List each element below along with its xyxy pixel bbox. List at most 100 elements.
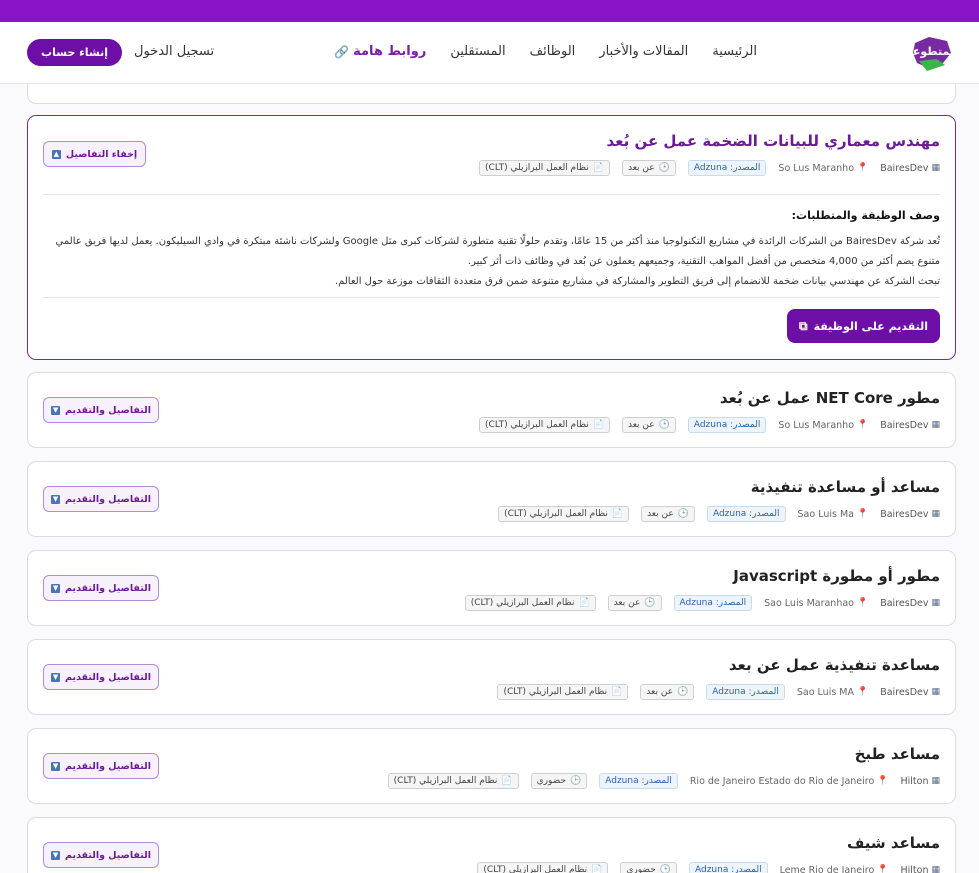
clock-icon: 🕒 [658, 419, 670, 430]
company-name: BairesDev [880, 508, 929, 520]
location-text: So Lus Maranho [778, 162, 854, 174]
job-title[interactable]: مطور NET Core عمل عن بُعد [720, 389, 940, 407]
company-name: Hilton [900, 864, 929, 873]
contract-text: نظام العمل البرازيلي (CLT) [485, 163, 589, 173]
description-line: تبحث الشركة عن مهندسي بيانات ضخمة للانضم… [334, 276, 940, 287]
job-card: مساعد أو مساعدة تنفيذية ▦ BairesDev 📍 Sao … [27, 461, 956, 537]
source-badge: المصدر: Adzuna [689, 862, 768, 873]
location-text: Sao Luis Ma [797, 508, 854, 520]
clock-icon: 🕒 [677, 508, 689, 519]
pin-icon: 📍 [857, 508, 869, 519]
contract-text: نظام العمل البرازيلي (CLT) [483, 865, 588, 873]
contract-text: نظام العمل البرازيلي (CLT) [470, 598, 575, 608]
job-description: تُعد شركة BairesDev من الشركات الرائدة ف… [43, 232, 940, 292]
pin-icon: 📍 [857, 162, 869, 173]
description-line: تُعد شركة BairesDev من الشركات الرائدة ف… [55, 236, 940, 247]
details-apply-button[interactable]: التفاصيل والتقديم ▼ [43, 842, 159, 868]
hide-details-button[interactable]: إخفاء التفاصيل ▲ [43, 141, 146, 167]
work-mode-text: عن بعد [613, 598, 641, 608]
job-card: مساعد شيف ▦ Hilton 📍 Leme Rio de Janeiro ا… [27, 817, 956, 873]
job-title[interactable]: مساعد طبخ [855, 745, 940, 763]
work-mode-text: عن بعد [647, 509, 674, 519]
details-apply-button[interactable]: التفاصيل والتقديم ▼ [43, 664, 159, 690]
location: 📍 Sao Luis Ma [798, 509, 869, 520]
company: ▦ BairesDev [880, 509, 940, 520]
work-mode-badge: 🕒 عن بعد [621, 417, 676, 433]
divider [43, 194, 940, 195]
document-icon: 📄 [592, 419, 604, 430]
details-apply-button[interactable]: التفاصيل والتقديم ▼ [43, 486, 159, 512]
details-apply-label: التفاصيل والتقديم [65, 760, 151, 772]
signup-button[interactable]: إنشاء حساب [27, 39, 122, 66]
hide-details-label: إخفاء التفاصيل [65, 148, 138, 160]
work-mode-badge: 🕒 عن بعد [640, 684, 695, 700]
nav-jobs[interactable]: الوظائف [530, 44, 576, 59]
document-icon: 📄 [611, 686, 623, 697]
job-title[interactable]: مساعد شيف [847, 834, 940, 852]
description-heading: وصف الوظيفة والمتطلبات: [791, 209, 940, 222]
site-logo[interactable]: المتطوعة [906, 33, 958, 73]
company-name: BairesDev [880, 597, 929, 609]
building-icon: ▦ [931, 508, 940, 519]
work-mode-badge: 🕒 عن بعد [641, 506, 695, 522]
arrow-down-icon: ▼ [51, 850, 61, 860]
contract-badge: 📄 نظام العمل البرازيلي (CLT) [479, 417, 610, 433]
source-badge: المصدر: Adzuna [673, 595, 753, 611]
location-text: Rio de Janeiro Estado do Rio de Janeiro [689, 775, 875, 787]
work-mode-badge: 🕒 عن بعد [607, 595, 662, 611]
location-text: Sao Luis Maranhao [764, 597, 854, 609]
building-icon: ▦ [931, 686, 940, 697]
divider [43, 297, 940, 298]
details-apply-label: التفاصيل والتقديم [65, 404, 151, 416]
job-card: مطور أو مطورة Javascript ▦ BairesDev 📍 Sao… [27, 550, 956, 626]
main-nav: الرئيسية المقالات والأخبار الوظائف المست… [310, 44, 757, 59]
job-title[interactable]: مساعدة تنفيذية عمل عن بعد [729, 656, 940, 674]
contract-text: نظام العمل البرازيلي (CLT) [504, 509, 608, 519]
job-meta: ▦ Hilton 📍 Rio de Janeiro Estado do Rio de… [376, 773, 940, 789]
location-text: Sao Luis MA [796, 686, 854, 698]
job-title[interactable]: مهندس معماري للبيانات الضخمة عمل عن بُعد [606, 132, 940, 150]
nav-freelancers[interactable]: المستقلين [450, 44, 505, 59]
job-title[interactable]: مساعد أو مساعدة تنفيذية [751, 478, 940, 496]
job-meta: ▦ BairesDev 📍 Sao Luis MA المصدر: Adzuna 🕒… [485, 684, 940, 700]
company: ▦ BairesDev [880, 687, 940, 698]
details-apply-label: التفاصيل والتقديم [65, 582, 151, 594]
work-mode-text: حضوري [536, 776, 567, 786]
location-text: So Lus Maranho [778, 419, 854, 431]
login-link[interactable]: تسجيل الدخول [134, 44, 214, 59]
company: ▦ BairesDev [880, 598, 940, 609]
details-apply-button[interactable]: التفاصيل والتقديم ▼ [43, 397, 159, 423]
document-icon: 📄 [501, 775, 513, 786]
details-apply-button[interactable]: التفاصيل والتقديم ▼ [43, 575, 159, 601]
source-badge: المصدر: Adzuna [687, 417, 767, 433]
job-meta: ▦ BairesDev 📍 Sao Luis Maranhao المصدر: Ad… [453, 595, 940, 611]
building-icon: ▦ [931, 597, 940, 608]
location: 📍 Sao Luis MA [797, 687, 868, 698]
arrow-down-icon: ▼ [51, 672, 61, 682]
contract-text: نظام العمل البرازيلي (CLT) [485, 420, 589, 430]
arrow-down-icon: ▼ [51, 583, 61, 593]
arrow-down-icon: ▼ [51, 494, 61, 504]
job-meta: ▦ Hilton 📍 Leme Rio de Janeiro المصدر: Adz… [465, 862, 940, 873]
job-card: مساعد طبخ ▦ Hilton 📍 Rio de Janeiro Estado… [27, 728, 956, 804]
apply-button[interactable]: التقديم على الوظيفة ⧉ [787, 309, 940, 343]
document-icon: 📄 [591, 864, 603, 873]
location: 📍 Leme Rio de Janeiro [780, 865, 889, 873]
company-name: BairesDev [880, 419, 929, 431]
company: ▦ BairesDev [880, 163, 940, 174]
work-mode-badge: 🕒 عن بعد [621, 160, 676, 176]
job-title[interactable]: مطور أو مطورة Javascript [733, 567, 940, 585]
nav-important-links-label: روابط هامة [353, 44, 427, 59]
nav-home[interactable]: الرئيسية [712, 44, 757, 59]
location: 📍 So Lus Maranho [778, 163, 868, 174]
work-mode-text: عن بعد [627, 420, 655, 430]
company: ▦ Hilton [901, 776, 941, 787]
work-mode-badge: 🕒 حضوري [530, 773, 588, 789]
nav-articles[interactable]: المقالات والأخبار [599, 44, 688, 59]
details-apply-button[interactable]: التفاصيل والتقديم ▼ [43, 753, 159, 779]
external-link-icon: ⧉ [798, 318, 808, 333]
location: 📍 Rio de Janeiro Estado do Rio de Janeiro [690, 776, 889, 787]
nav-important-links[interactable]: روابط هامة 🔗 [334, 44, 426, 59]
company-name: BairesDev [880, 162, 929, 174]
job-meta: ▦ BairesDev 📍 Sao Luis Ma المصدر: Adzuna 🕒… [486, 506, 940, 522]
